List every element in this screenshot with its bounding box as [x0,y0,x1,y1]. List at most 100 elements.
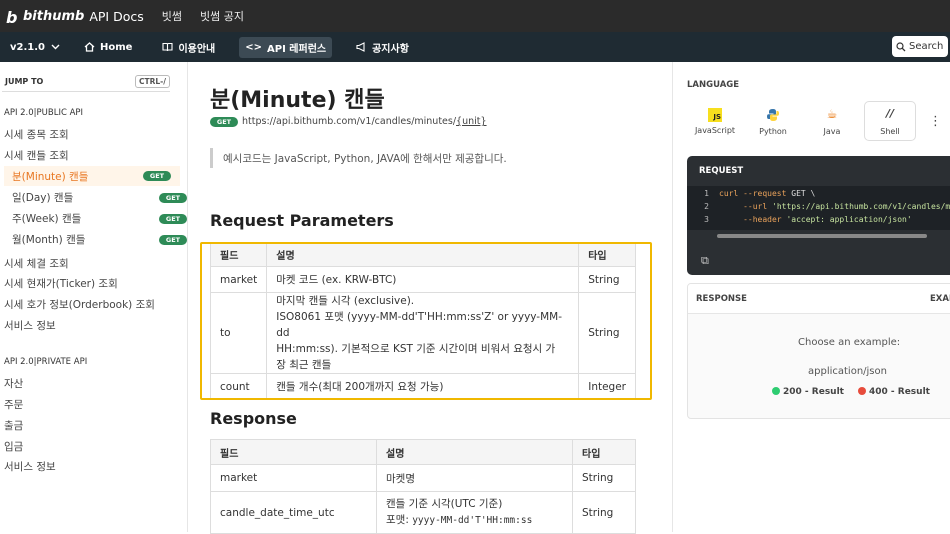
sidebar-item-trades[interactable]: 시세 체결 조회 [4,256,69,271]
cell-field: to [209,292,268,374]
sidebar-item-withdraw[interactable]: 출금 [4,418,23,433]
lang-java[interactable]: ☕ Java [806,101,858,141]
code-block: 1 curl --request GET \ 2 --url 'https://a… [687,186,950,230]
nav-home[interactable]: Home [78,39,138,56]
get-badge: GET [159,214,187,224]
choose-example-text: Choose an example: [798,337,901,348]
lang-label: Python [759,126,787,136]
col-type: 타입 [578,242,636,267]
nav-api-reference-label: API 레퍼런스 [267,43,327,55]
nav-api-reference[interactable]: <> API 레퍼런스 [239,36,333,58]
sidebar-item-private-service-info[interactable]: 서비스 정보 [4,459,56,474]
sidebar-item-orderbook[interactable]: 시세 호가 정보(Orderbook) 조회 [4,297,155,312]
version-selector[interactable]: v2.1.0 [10,42,60,53]
lang-javascript[interactable]: JS JavaScript [689,101,741,141]
home-icon [84,42,95,52]
result-200-button[interactable]: 200 - Result [772,387,844,397]
cell-type: String [572,464,636,492]
endpoint-url: GET https://api.bithumb.com/v1/candles/m… [210,116,487,127]
cell-desc: 캔들 기준 시각(UTC 기준) 포맷: yyyy-MM-dd'T'HH:mm:… [376,491,573,534]
desc-line: 포맷: yyyy-MM-dd'T'HH:mm:ss [386,512,563,529]
sidebar-item-ticker[interactable]: 시세 현재가(Ticker) 조회 [4,276,118,291]
desc-line: HH:mm:ss). 기본적으로 KST 기준 시간이며 비워서 요청시 가 [276,343,556,355]
sidebar-item-day-candle[interactable]: 일(Day) 캔들 GET [12,190,188,205]
sidebar-item-label: 월(Month) 캔들 [12,234,86,246]
top-link-notice[interactable]: 빗썸 공지 [200,8,244,24]
response-header: RESPONSE EXAM [688,284,950,314]
code-line: 1 curl --request GET \ [704,189,816,198]
version-label: v2.1.0 [10,41,45,53]
table-row: market 마켓명 String [210,464,636,492]
col-field: 필드 [210,439,377,465]
cell-type: Integer [578,373,636,400]
table-row: count 캔들 개수(최대 200개까지 요청 가능) Integer [209,373,636,400]
table-row: market 마켓 코드 (ex. KRW-BTC) String [209,266,636,293]
nav-notice[interactable]: 공지사항 [350,37,415,58]
get-badge: GET [159,235,187,245]
top-bar: b bithumb API Docs 빗썸 빗썸 공지 [0,0,950,32]
sidebar-item-service-info[interactable]: 서비스 정보 [4,318,56,333]
cell-desc: 마켓 코드 (ex. KRW-BTC) [266,266,580,293]
lang-label: Shell [880,126,900,136]
sidebar-item-label: 주(Week) 캔들 [12,213,82,225]
sidebar-item-deposit[interactable]: 입금 [4,439,23,454]
search-button[interactable]: Search [892,36,948,57]
result-400-button[interactable]: 400 - Result [857,387,930,397]
cell-field: market [209,266,268,293]
request-title: REQUEST [699,166,744,176]
examples-dropdown[interactable]: EXAM [930,294,950,304]
nav-home-label: Home [100,41,133,53]
table-row: to 마지막 캔들 시각 (exclusive). ISO8061 포맷 (yy… [209,292,636,374]
book-icon [162,42,174,52]
table-header-row: 필드 설명 타입 [210,439,636,465]
java-icon: ☕ [826,106,838,121]
col-desc: 설명 [266,242,580,267]
nav-notice-label: 공지사항 [372,43,409,55]
megaphone-icon [356,42,365,52]
desc-line: 캔들 기준 시각(UTC 기준) [386,498,503,510]
status-error-icon [857,387,866,395]
status-ok-icon [772,387,780,395]
sidebar: JUMP TO CTRL-/ API 2.0|PUBLIC API 시세 종목 … [0,62,188,532]
nav-bar: v2.1.0 Home 이용안내 <> API 레퍼런스 공지사항 Search [0,32,950,62]
sidebar-item-assets[interactable]: 자산 [4,376,23,391]
bithumb-logo[interactable]: b bithumb API Docs [6,8,144,27]
code-icon: <> [245,41,263,53]
sidebar-item-market-list[interactable]: 시세 종목 조회 [4,127,69,142]
response-title: Response [210,409,297,428]
url-unit-link[interactable]: {unit} [456,116,487,127]
sidebar-item-orders[interactable]: 주문 [4,397,23,412]
desc-prefix: 포맷: [386,514,413,526]
top-link-bithumb[interactable]: 빗썸 [162,8,182,24]
result-buttons: 200 - Result 400 - Result [772,387,930,397]
sidebar-item-candles[interactable]: 시세 캔들 조회 [4,148,69,163]
nav-guide[interactable]: 이용안내 [156,37,221,58]
main-content: 분(Minute) 캔들 GET https://api.bithumb.com… [188,62,672,534]
result-200-label: 200 - Result [783,387,844,397]
desc-line: ISO8061 포맷 (yyyy-MM-dd'T'HH:mm:ss'Z' or … [276,311,563,339]
cell-desc: 캔들 개수(최대 200개까지 요청 가능) [266,373,580,400]
col-desc: 설명 [376,439,573,465]
lang-label: Java [823,126,841,136]
request-parameters-title: Request Parameters [210,211,394,230]
jump-kbd: CTRL-/ [134,75,170,88]
url-text: https://api.bithumb.com/v1/candles/minut… [242,116,457,127]
search-icon [896,41,906,51]
logo-docs: API Docs [89,8,144,24]
sidebar-item-month-candle[interactable]: 월(Month) 캔들 GET [12,232,188,247]
lang-python[interactable]: Python [747,101,799,141]
desc-line: 마지막 캔들 시각 (exclusive). [276,295,415,307]
lang-shell[interactable]: // Shell [864,101,916,141]
col-type: 타입 [572,439,636,465]
copy-icon[interactable]: ⧉ [701,254,709,268]
javascript-icon: JS [708,107,722,122]
sidebar-item-minute-candle[interactable]: 분(Minute) 캔들 GET [4,166,180,186]
sidebar-item-week-candle[interactable]: 주(Week) 캔들 GET [12,211,188,226]
code-note: 예시코드는 JavaScript, Python, JAVA에 한해서만 제공합… [210,148,507,168]
response-title: RESPONSE [696,294,747,304]
more-options-icon[interactable]: ⋮ [929,114,942,129]
language-title: LANGUAGE [687,80,740,90]
jump-to[interactable]: JUMP TO CTRL-/ [2,72,170,92]
code-scrollbar[interactable] [717,234,927,238]
cell-field: candle_date_time_utc [210,491,377,534]
